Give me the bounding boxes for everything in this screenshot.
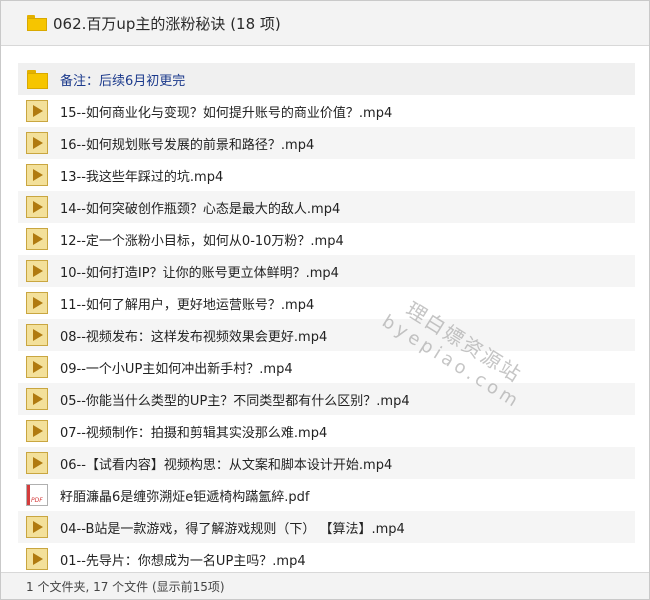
folder-header: 062.百万up主的涨粉秘诀 (18 项) xyxy=(1,1,649,46)
file-name: 05--你能当什么类型的UP主？不同类型都有什么区别？.mp4 xyxy=(60,393,410,409)
file-list-item[interactable]: 09--一个小UP主如何冲出新手村？.mp4 xyxy=(18,351,635,383)
file-list-item[interactable]: 01--先导片：你想成为一名UP主吗？.mp4 xyxy=(18,543,635,575)
pdf-file-icon: PDF xyxy=(26,484,48,506)
file-list-item[interactable]: PDF 籽脜濂瞐6是缠弥溯炡e钜遞椅构蹣氳綷.pdf xyxy=(18,479,635,511)
file-list-item[interactable]: 11--如何了解用户，更好地运营账号？.mp4 xyxy=(18,287,635,319)
folder-list-item[interactable]: 备注：后续6月初更完 xyxy=(18,63,635,95)
file-name: 14--如何突破创作瓶颈？心态是最大的敌人.mp4 xyxy=(60,201,341,217)
file-name: 04--B站是一款游戏，得了解游戏规则（下） 【算法】.mp4 xyxy=(60,521,405,537)
file-list-item[interactable]: 04--B站是一款游戏，得了解游戏规则（下） 【算法】.mp4 xyxy=(18,511,635,543)
file-name: 10--如何打造IP？让你的账号更立体鲜明？.mp4 xyxy=(60,265,339,281)
folder-icon xyxy=(27,15,47,31)
file-list-item[interactable]: 15--如何商业化与变现？如何提升账号的商业价值？.mp4 xyxy=(18,95,635,127)
file-name: 备注：后续6月初更完 xyxy=(60,73,186,89)
file-name: 12--定一个涨粉小目标，如何从0-10万粉？.mp4 xyxy=(60,233,344,249)
video-file-icon xyxy=(26,516,48,538)
file-name: 籽脜濂瞐6是缠弥溯炡e钜遞椅构蹣氳綷.pdf xyxy=(60,489,310,505)
video-file-icon xyxy=(26,388,48,410)
video-file-icon xyxy=(26,196,48,218)
folder-title: 062.百万up主的涨粉秘诀 (18 项) xyxy=(53,14,281,33)
video-file-icon xyxy=(26,420,48,442)
file-name: 01--先导片：你想成为一名UP主吗？.mp4 xyxy=(60,553,306,569)
video-file-icon xyxy=(26,324,48,346)
video-file-icon xyxy=(26,228,48,250)
file-list-item[interactable]: 16--如何规划账号发展的前景和路径？.mp4 xyxy=(18,127,635,159)
file-list-item[interactable]: 12--定一个涨粉小目标，如何从0-10万粉？.mp4 xyxy=(18,223,635,255)
video-file-icon xyxy=(26,548,48,570)
file-name: 09--一个小UP主如何冲出新手村？.mp4 xyxy=(60,361,293,377)
status-bar: 1 个文件夹, 17 个文件 (显示前15项) xyxy=(1,572,649,599)
video-file-icon xyxy=(26,100,48,122)
status-text: 1 个文件夹, 17 个文件 (显示前15项) xyxy=(26,580,225,594)
video-file-icon xyxy=(26,260,48,282)
file-name: 13--我这些年踩过的坑.mp4 xyxy=(60,169,224,185)
file-list: 备注：后续6月初更完 15--如何商业化与变现？如何提升账号的商业价值？.mp4 1… xyxy=(18,63,635,575)
video-file-icon xyxy=(26,356,48,378)
file-list-item[interactable]: 10--如何打造IP？让你的账号更立体鲜明？.mp4 xyxy=(18,255,635,287)
file-name: 08--视频发布：这样发布视频效果会更好.mp4 xyxy=(60,329,328,345)
video-file-icon xyxy=(26,292,48,314)
file-list-item[interactable]: 08--视频发布：这样发布视频效果会更好.mp4 xyxy=(18,319,635,351)
file-name: 15--如何商业化与变现？如何提升账号的商业价值？.mp4 xyxy=(60,105,393,121)
file-list-item[interactable]: 14--如何突破创作瓶颈？心态是最大的敌人.mp4 xyxy=(18,191,635,223)
file-name: 07--视频制作：拍摄和剪辑其实没那么难.mp4 xyxy=(60,425,328,441)
file-list-item[interactable]: 13--我这些年踩过的坑.mp4 xyxy=(18,159,635,191)
file-name: 11--如何了解用户，更好地运营账号？.mp4 xyxy=(60,297,315,313)
file-name: 16--如何规划账号发展的前景和路径？.mp4 xyxy=(60,137,315,153)
file-list-item[interactable]: 05--你能当什么类型的UP主？不同类型都有什么区别？.mp4 xyxy=(18,383,635,415)
video-file-icon xyxy=(26,132,48,154)
file-name: 06--【试看内容】视频构思：从文案和脚本设计开始.mp4 xyxy=(60,457,393,473)
video-file-icon xyxy=(26,164,48,186)
folder-icon xyxy=(26,68,48,90)
file-list-window: 062.百万up主的涨粉秘诀 (18 项) 备注：后续6月初更完 15--如何商业… xyxy=(0,0,650,600)
file-list-item[interactable]: 06--【试看内容】视频构思：从文案和脚本设计开始.mp4 xyxy=(18,447,635,479)
file-list-item[interactable]: 07--视频制作：拍摄和剪辑其实没那么难.mp4 xyxy=(18,415,635,447)
video-file-icon xyxy=(26,452,48,474)
